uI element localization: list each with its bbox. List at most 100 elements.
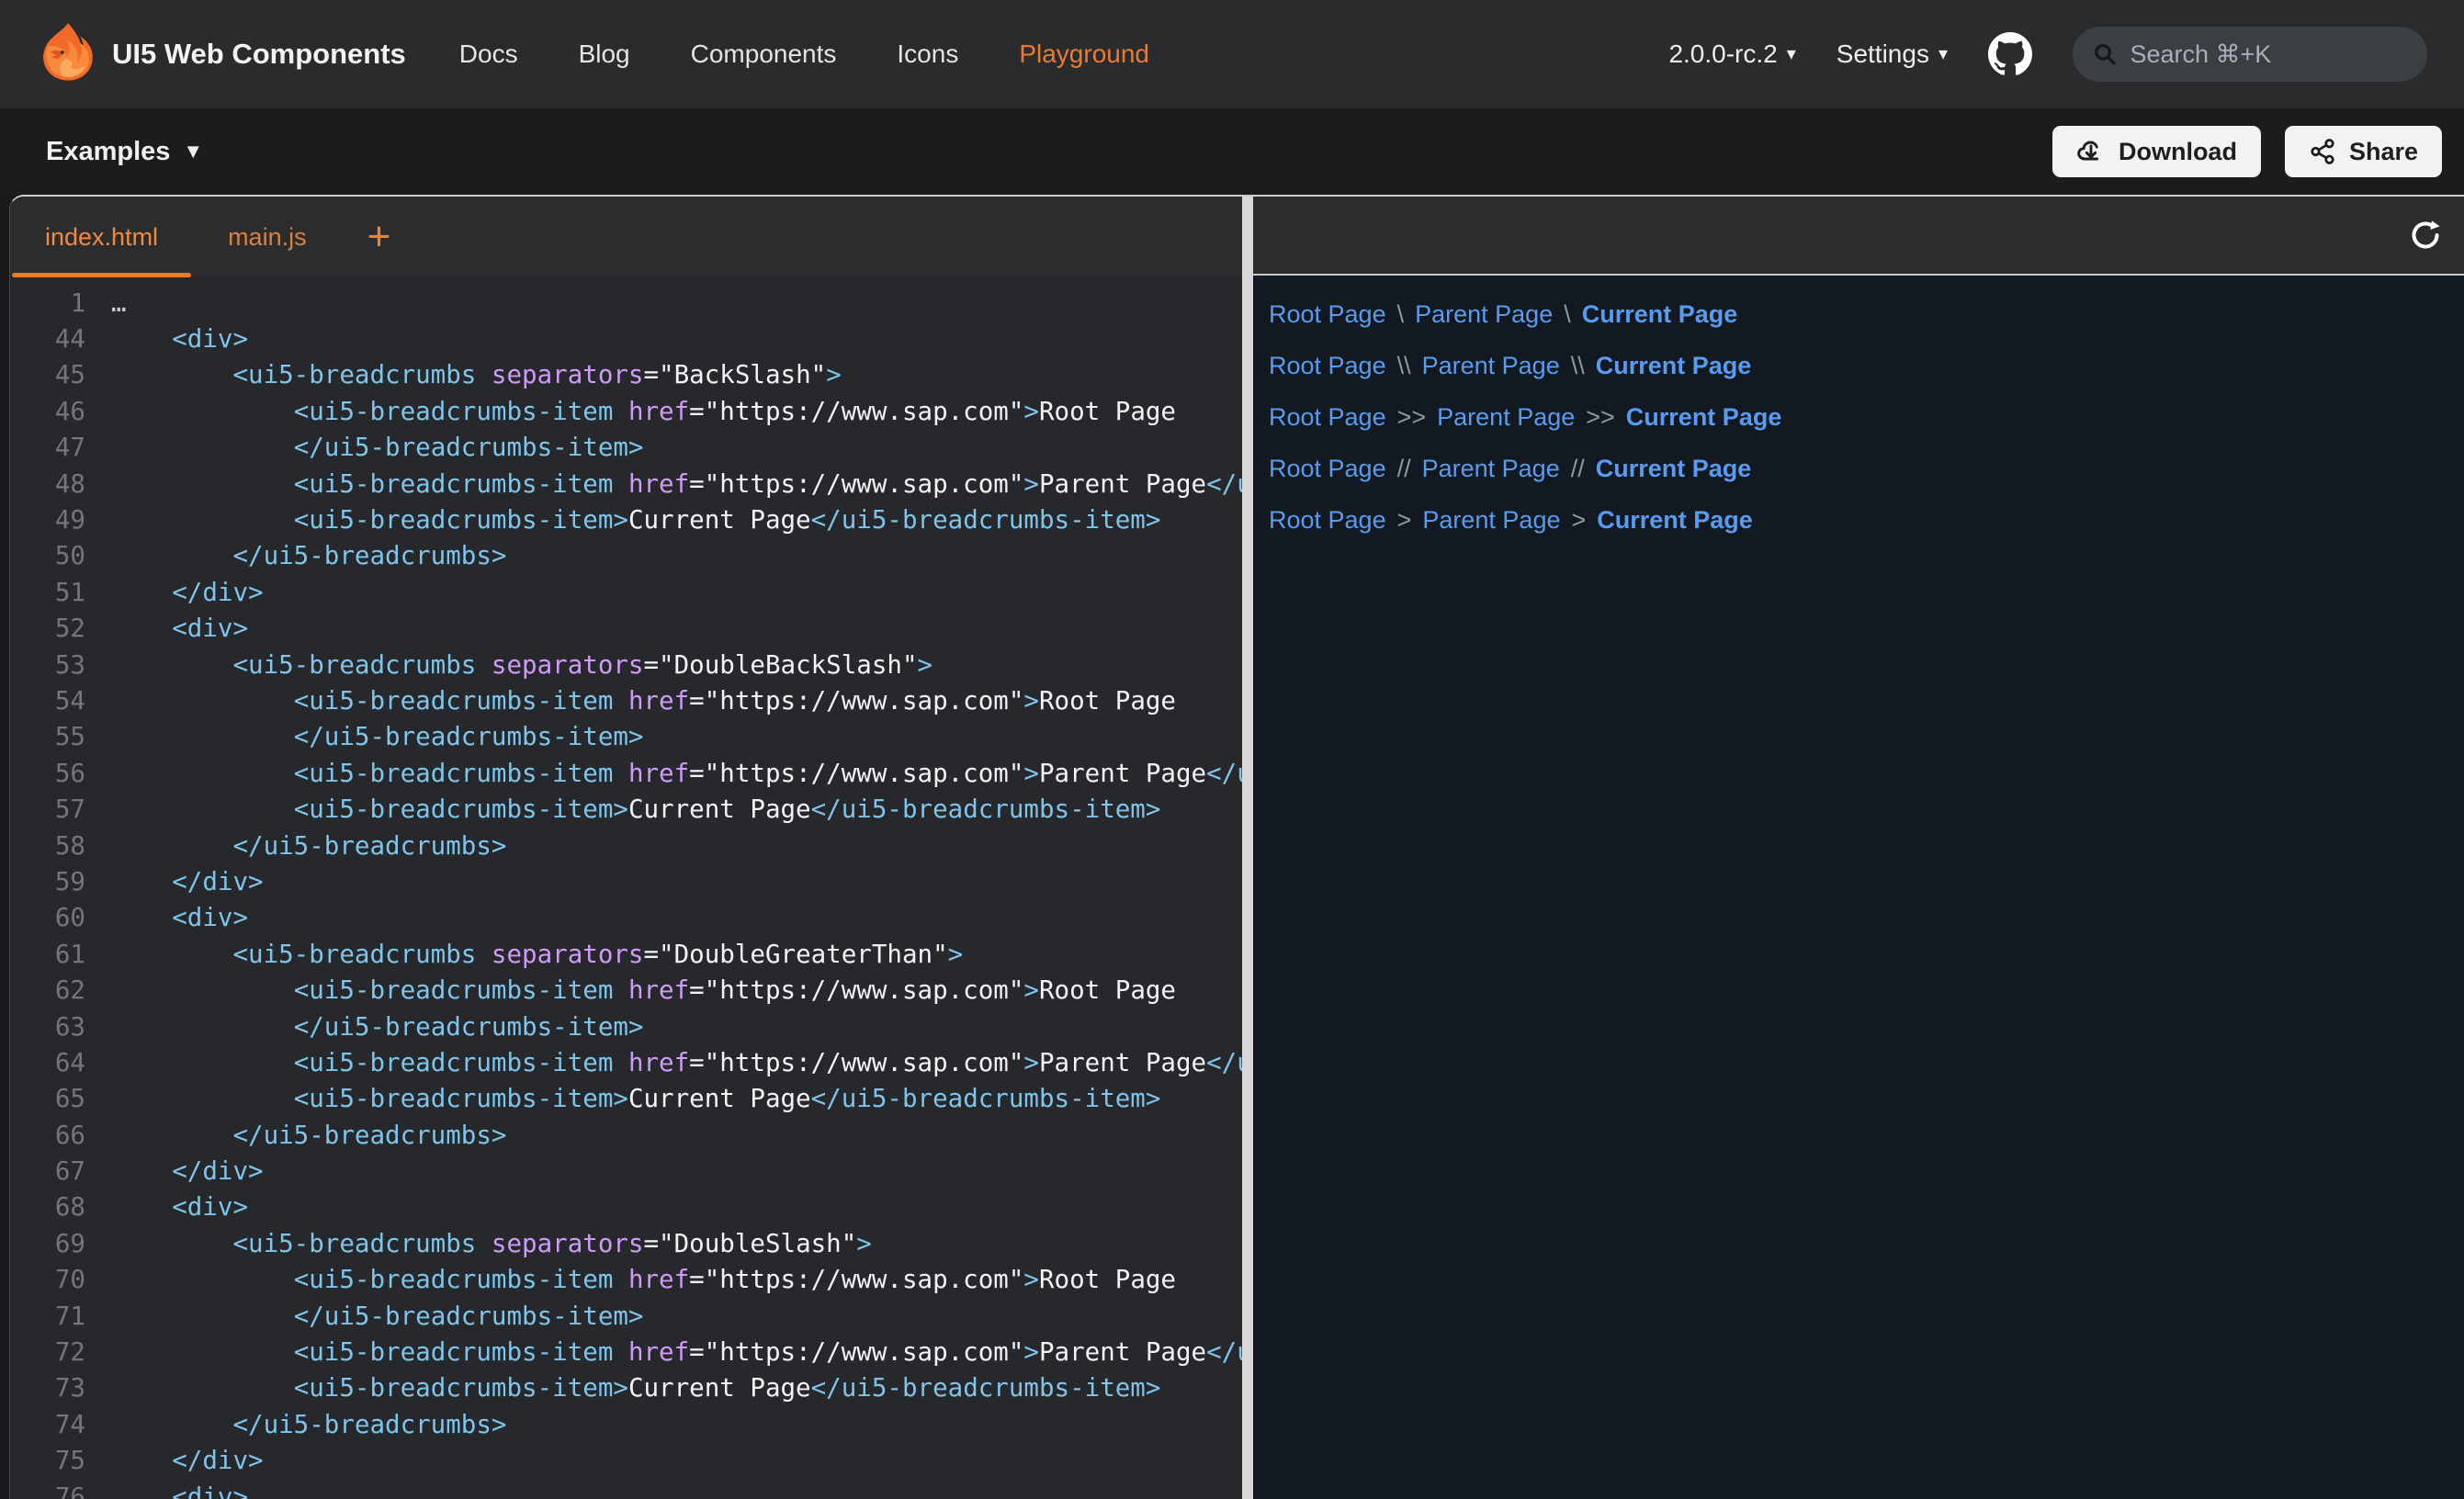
search-icon (2093, 40, 2117, 68)
breadcrumb-link[interactable]: Parent Page (1415, 300, 1553, 329)
breadcrumb-current: Current Page (1582, 300, 1738, 329)
line-number: 70 (10, 1265, 85, 1294)
chevron-down-icon: ▾ (1787, 45, 1796, 63)
code-text: <ui5-breadcrumbs-item>Current Page</ui5-… (111, 505, 1160, 535)
main-nav: Docs Blog Components Icons Playground (459, 39, 1149, 69)
code-text: <ui5-breadcrumbs separators="DoubleSlash… (111, 1229, 872, 1258)
code-text: <div> (111, 903, 248, 932)
share-icon (2309, 138, 2336, 165)
code-line: 65 <ui5-breadcrumbs-item>Current Page</u… (10, 1081, 1242, 1117)
code-line: 64 <ui5-breadcrumbs-item href="https://w… (10, 1044, 1242, 1080)
line-number: 75 (10, 1446, 85, 1475)
nav-link-icons[interactable]: Icons (897, 39, 958, 69)
line-number: 47 (10, 433, 85, 462)
code-line: 73 <ui5-breadcrumbs-item>Current Page</u… (10, 1370, 1242, 1406)
preview-output: Root Page\Parent Page\Current PageRoot P… (1253, 276, 2464, 1499)
breadcrumb-link[interactable]: Parent Page (1437, 403, 1575, 432)
line-number: 57 (10, 795, 85, 824)
breadcrumbs-row: Root Page\\Parent Page\\Current Page (1269, 340, 2464, 391)
breadcrumb-link[interactable]: Root Page (1269, 455, 1386, 483)
code-text: </ui5-breadcrumbs-item> (111, 722, 644, 751)
line-number: 46 (10, 397, 85, 426)
code-line: 49 <ui5-breadcrumbs-item>Current Page</u… (10, 502, 1242, 537)
breadcrumb-separator: \\ (1397, 352, 1411, 380)
code-text: <ui5-breadcrumbs-item href="https://www.… (111, 397, 1176, 426)
line-number: 45 (10, 360, 85, 389)
breadcrumb-link[interactable]: Parent Page (1422, 352, 1560, 380)
code-line: 63 </ui5-breadcrumbs-item> (10, 1009, 1242, 1044)
code-line: 56 <ui5-breadcrumbs-item href="https://w… (10, 755, 1242, 791)
search-input[interactable] (2130, 40, 2407, 69)
breadcrumb-separator: >> (1586, 403, 1615, 432)
code-text: <ui5-breadcrumbs-item href="https://www.… (111, 469, 1242, 499)
code-text: </ui5-breadcrumbs-item> (111, 1012, 644, 1042)
examples-bar-actions: Download Share (2052, 126, 2442, 177)
code-line: 54 <ui5-breadcrumbs-item href="https://w… (10, 682, 1242, 718)
version-dropdown[interactable]: 2.0.0-rc.2 ▾ (1668, 39, 1795, 69)
search-box[interactable] (2073, 27, 2427, 82)
cloud-download-icon (2076, 137, 2106, 166)
preview-pane: Root Page\Parent Page\Current PageRoot P… (1253, 197, 2464, 1499)
code-text: <ui5-breadcrumbs-item href="https://www.… (111, 975, 1176, 1005)
breadcrumb-link[interactable]: Parent Page (1422, 506, 1560, 535)
breadcrumb-separator: // (1397, 455, 1411, 483)
pane-splitter[interactable] (1242, 197, 1253, 1499)
nav-link-docs[interactable]: Docs (459, 39, 518, 69)
line-number: 67 (10, 1156, 85, 1186)
version-label: 2.0.0-rc.2 (1668, 39, 1777, 69)
breadcrumb-separator: // (1571, 455, 1585, 483)
line-number: 54 (10, 686, 85, 716)
code-line: 70 <ui5-breadcrumbs-item href="https://w… (10, 1262, 1242, 1298)
breadcrumb-separator: > (1397, 506, 1412, 535)
refresh-icon[interactable] (2407, 217, 2444, 254)
code-text: </div> (111, 1446, 264, 1475)
breadcrumb-link[interactable]: Root Page (1269, 506, 1386, 535)
share-button[interactable]: Share (2285, 126, 2442, 177)
code-text: <ui5-breadcrumbs separators="DoubleBackS… (111, 650, 932, 680)
line-number: 66 (10, 1121, 85, 1150)
code-text: </ui5-breadcrumbs> (111, 831, 506, 861)
tab-main-js[interactable]: main.js (193, 197, 342, 277)
breadcrumb-link[interactable]: Root Page (1269, 300, 1386, 329)
add-tab-button[interactable]: + (342, 197, 417, 277)
breadcrumb-link[interactable]: Root Page (1269, 403, 1386, 432)
breadcrumbs-row: Root Page>>Parent Page>>Current Page (1269, 391, 2464, 443)
code-line: 45 <ui5-breadcrumbs separators="BackSlas… (10, 357, 1242, 393)
code-line: 1… (10, 285, 1242, 321)
breadcrumbs-row: Root Page//Parent Page//Current Page (1269, 443, 2464, 494)
code-line: 61 <ui5-breadcrumbs separators="DoubleGr… (10, 936, 1242, 972)
breadcrumb-current: Current Page (1597, 506, 1753, 535)
code-line: 72 <ui5-breadcrumbs-item href="https://w… (10, 1334, 1242, 1369)
nav-link-blog[interactable]: Blog (579, 39, 630, 69)
examples-dropdown[interactable]: Examples ▼ (46, 137, 203, 167)
line-number: 69 (10, 1229, 85, 1258)
code-line: 51 </div> (10, 574, 1242, 610)
code-text: <ui5-breadcrumbs-item href="https://www.… (111, 759, 1242, 788)
github-icon[interactable] (1988, 32, 2032, 76)
nav-link-playground[interactable]: Playground (1019, 39, 1149, 69)
settings-dropdown[interactable]: Settings ▾ (1837, 39, 1948, 69)
tab-index-html[interactable]: index.html (10, 197, 193, 277)
code-editor[interactable]: 1…44 <div>45 <ui5-breadcrumbs separators… (10, 277, 1242, 1499)
code-text: </ui5-breadcrumbs> (111, 541, 506, 570)
breadcrumb-current: Current Page (1596, 352, 1752, 380)
line-number: 1 (10, 288, 85, 318)
code-line: 69 <ui5-breadcrumbs separators="DoubleSl… (10, 1225, 1242, 1261)
code-text: <div> (111, 1192, 248, 1222)
chevron-down-icon: ▾ (1938, 45, 1948, 63)
ui5-phoenix-logo-icon (37, 21, 97, 87)
code-line: 67 </div> (10, 1153, 1242, 1189)
code-text: <ui5-breadcrumbs separators="DoubleGreat… (111, 940, 963, 969)
code-text: </ui5-breadcrumbs> (111, 1121, 506, 1150)
code-line: 46 <ui5-breadcrumbs-item href="https://w… (10, 393, 1242, 429)
code-text: <div> (111, 614, 248, 643)
line-number: 74 (10, 1410, 85, 1439)
editor-tabbar: index.htmlmain.js+ (10, 197, 1242, 277)
line-number: 50 (10, 541, 85, 570)
nav-link-components[interactable]: Components (691, 39, 837, 69)
preview-toolbar (1253, 197, 2464, 276)
download-button[interactable]: Download (2052, 126, 2261, 177)
breadcrumb-link[interactable]: Root Page (1269, 352, 1386, 380)
code-line: 71 </ui5-breadcrumbs-item> (10, 1298, 1242, 1334)
breadcrumb-link[interactable]: Parent Page (1422, 455, 1560, 483)
